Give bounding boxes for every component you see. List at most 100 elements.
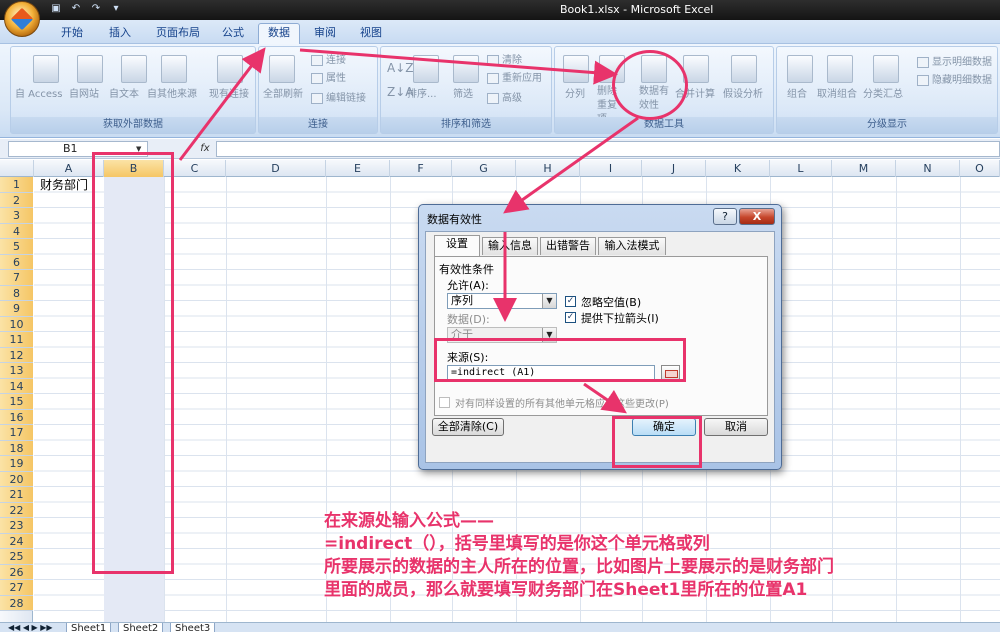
row-header[interactable]: 26 (0, 564, 33, 580)
save-icon[interactable]: ▣ (48, 2, 64, 16)
column-header-n[interactable]: N (896, 160, 960, 177)
select-all-corner[interactable] (0, 160, 34, 177)
column-header-j[interactable]: J (642, 160, 706, 177)
row-header[interactable]: 5 (0, 239, 33, 255)
column-header-d[interactable]: D (226, 160, 326, 177)
tab-settings[interactable]: 设置 (434, 235, 480, 256)
cell-a1[interactable]: 财务部门 (40, 177, 88, 193)
from-text-button[interactable]: 自文本 (109, 85, 139, 100)
clear-all-button[interactable]: 全部清除(C) (432, 418, 504, 436)
formula-input[interactable] (216, 141, 1000, 157)
row-header[interactable]: 2 (0, 192, 33, 208)
tab-home[interactable]: 开始 (52, 24, 92, 44)
row-header[interactable]: 28 (0, 595, 33, 611)
text-to-columns-button[interactable]: 分列 (565, 85, 585, 100)
tab-insert[interactable]: 插入 (100, 24, 140, 44)
row-header[interactable]: 16 (0, 409, 33, 425)
column-header-b[interactable]: B (104, 160, 164, 177)
from-access-button[interactable]: 自 Access (15, 85, 62, 100)
row-header[interactable]: 6 (0, 254, 33, 270)
source-input[interactable]: =indirect (A1) (447, 365, 655, 381)
row-header[interactable]: 9 (0, 301, 33, 317)
tab-page-layout[interactable]: 页面布局 (148, 24, 208, 44)
close-button[interactable]: X (739, 208, 775, 225)
row-header[interactable]: 15 (0, 394, 33, 410)
column-header-g[interactable]: G (452, 160, 516, 177)
sort-asc-icon[interactable]: A↓Z (387, 61, 413, 75)
row-header[interactable]: 22 (0, 502, 33, 518)
column-header-a[interactable]: A (34, 160, 104, 177)
help-button[interactable]: ? (713, 208, 737, 225)
function-icon[interactable]: fx (196, 141, 214, 157)
column-header-h[interactable]: H (516, 160, 580, 177)
row-header[interactable]: 17 (0, 425, 33, 441)
connections-button[interactable]: 连接 (311, 51, 346, 66)
advanced-button[interactable]: 高级 (487, 89, 522, 104)
chevron-down-icon[interactable]: ▼ (542, 294, 556, 308)
tab-formulas[interactable]: 公式 (214, 24, 252, 44)
row-header[interactable]: 18 (0, 440, 33, 456)
name-box[interactable]: B1 (8, 141, 148, 157)
allow-select[interactable]: 序列 ▼ (447, 293, 557, 309)
tab-data[interactable]: 数据 (258, 23, 300, 45)
sort-button[interactable]: 排序... (407, 85, 437, 100)
dropdown-checkbox[interactable]: ✓ (565, 312, 576, 323)
tab-ime-mode[interactable]: 输入法模式 (598, 237, 666, 255)
row-header[interactable]: 3 (0, 208, 33, 224)
apply-all-checkbox[interactable] (439, 397, 450, 408)
row-header[interactable]: 14 (0, 378, 33, 394)
range-select-icon[interactable] (661, 365, 680, 381)
show-detail-button[interactable]: 显示明细数据 (917, 53, 992, 68)
ok-button[interactable]: 确定 (632, 418, 696, 436)
column-header-l[interactable]: L (770, 160, 832, 177)
column-header-f[interactable]: F (390, 160, 452, 177)
tab-error-alert[interactable]: 出错警告 (540, 237, 596, 255)
redo-icon[interactable]: ↷ (88, 2, 104, 16)
column-header-o[interactable]: O (960, 160, 1000, 177)
ungroup-button[interactable]: 取消组合 (817, 85, 857, 100)
sheet-tab-2[interactable]: Sheet2 (118, 623, 164, 632)
group-button[interactable]: 组合 (787, 85, 807, 100)
sheet-tab-1[interactable]: Sheet1 (66, 623, 112, 632)
row-header[interactable]: 23 (0, 518, 33, 534)
tab-review[interactable]: 审阅 (306, 24, 344, 44)
subtotal-button[interactable]: 分类汇总 (863, 85, 903, 100)
row-header[interactable]: 10 (0, 316, 33, 332)
from-other-sources-button[interactable]: 自其他来源 (147, 85, 197, 100)
chevron-down-icon[interactable]: ▼ (136, 145, 141, 153)
properties-button[interactable]: 属性 (311, 69, 346, 84)
column-header-e[interactable]: E (326, 160, 390, 177)
sheet-tab-3[interactable]: Sheet3 (170, 623, 216, 632)
customize-icon[interactable]: ▾ (108, 2, 124, 16)
undo-icon[interactable]: ↶ (68, 2, 84, 16)
selected-column-b[interactable] (104, 177, 164, 622)
cancel-button[interactable]: 取消 (704, 418, 768, 436)
filter-button[interactable]: 筛选 (453, 85, 473, 100)
clear-button[interactable]: 清除 (487, 51, 522, 66)
column-header-i[interactable]: I (580, 160, 642, 177)
hide-detail-button[interactable]: 隐藏明细数据 (917, 71, 992, 86)
row-header[interactable]: 12 (0, 347, 33, 363)
sheet-nav-arrows-icon[interactable]: ◀◀ ◀ ▶ ▶▶ (8, 623, 53, 632)
what-if-analysis-button[interactable]: 假设分析 (723, 85, 763, 100)
row-header[interactable]: 24 (0, 533, 33, 549)
ignore-blank-checkbox[interactable]: ✓ (565, 296, 576, 307)
row-header[interactable]: 13 (0, 363, 33, 379)
tab-input-message[interactable]: 输入信息 (482, 237, 538, 255)
row-header[interactable]: 21 (0, 487, 33, 503)
row-header[interactable]: 25 (0, 549, 33, 565)
office-button[interactable] (4, 1, 40, 37)
row-header[interactable]: 1 (0, 177, 33, 193)
row-header[interactable]: 4 (0, 223, 33, 239)
row-header[interactable]: 19 (0, 456, 33, 472)
row-header[interactable]: 7 (0, 270, 33, 286)
edit-links-button[interactable]: 编辑链接 (311, 89, 366, 104)
from-web-button[interactable]: 自网站 (69, 85, 99, 100)
column-header-m[interactable]: M (832, 160, 896, 177)
row-header[interactable]: 20 (0, 471, 33, 487)
refresh-all-button[interactable]: 全部刷新 (263, 85, 303, 100)
existing-connections-button[interactable]: 现有连接 (209, 85, 249, 100)
row-header[interactable]: 11 (0, 332, 33, 348)
row-header[interactable]: 27 (0, 580, 33, 596)
tab-view[interactable]: 视图 (352, 24, 390, 44)
